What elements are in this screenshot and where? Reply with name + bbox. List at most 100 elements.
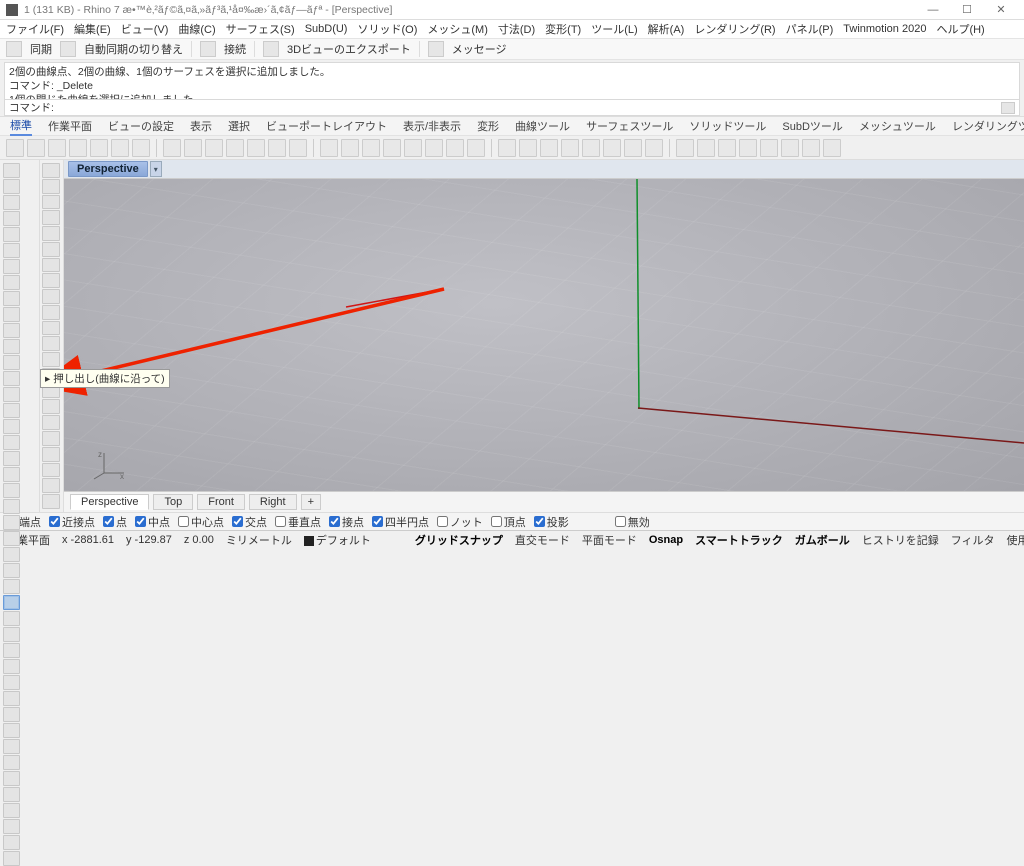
osnap-disable[interactable]: 無効 <box>615 514 650 530</box>
toolbar-button[interactable] <box>247 139 265 157</box>
osnap-option[interactable]: 点 <box>103 514 127 530</box>
tool-button[interactable] <box>3 355 20 370</box>
tool-button[interactable] <box>3 483 20 498</box>
menu-item[interactable]: 編集(E) <box>74 21 111 37</box>
toolbar-button[interactable] <box>540 139 558 157</box>
add-viewport-tab[interactable]: + <box>301 494 321 510</box>
osnap-checkbox[interactable] <box>329 516 340 527</box>
toolbar-button[interactable] <box>519 139 537 157</box>
toolbar-button[interactable] <box>697 139 715 157</box>
toolbar-button[interactable] <box>823 139 841 157</box>
toolbar-button[interactable] <box>603 139 621 157</box>
menu-item[interactable]: ビュー(V) <box>121 21 169 37</box>
osnap-checkbox[interactable] <box>275 516 286 527</box>
tool-button[interactable] <box>3 403 20 418</box>
toolbar-button[interactable] <box>205 139 223 157</box>
tool-button[interactable] <box>3 739 20 754</box>
tool-button[interactable] <box>3 675 20 690</box>
toolbar-button[interactable] <box>718 139 736 157</box>
toolbar-button[interactable] <box>226 139 244 157</box>
tool-button[interactable] <box>3 707 20 722</box>
osnap-option[interactable]: 垂直点 <box>275 514 321 530</box>
menu-item[interactable]: ヘルプ(H) <box>936 21 984 37</box>
tool-button[interactable] <box>42 336 60 351</box>
toolbar-tab[interactable]: メッシュツール <box>859 118 936 134</box>
tool-button[interactable] <box>3 259 20 274</box>
osnap-option[interactable]: 近接点 <box>49 514 95 530</box>
menu-item[interactable]: SubD(U) <box>305 23 348 35</box>
menu-item[interactable]: 解析(A) <box>648 21 685 37</box>
tool-button[interactable] <box>42 226 60 241</box>
toolbar-tab[interactable]: ソリッドツール <box>689 118 766 134</box>
connect-icon[interactable] <box>200 41 216 57</box>
toolbar-button[interactable] <box>268 139 286 157</box>
tool-button[interactable] <box>3 691 20 706</box>
viewport-tab[interactable]: Top <box>153 494 193 510</box>
tool-button[interactable] <box>3 243 20 258</box>
toolbar-button[interactable] <box>184 139 202 157</box>
tool-button[interactable] <box>3 227 20 242</box>
smarttrack-toggle[interactable]: スマートトラック <box>695 532 783 548</box>
tool-button[interactable] <box>3 515 20 530</box>
tool-button[interactable] <box>3 435 20 450</box>
toolbar-button[interactable] <box>760 139 778 157</box>
tool-button[interactable] <box>42 163 60 178</box>
toolbar-button[interactable] <box>383 139 401 157</box>
tool-button[interactable] <box>3 595 20 610</box>
tool-button[interactable] <box>3 211 20 226</box>
menu-item[interactable]: ソリッド(O) <box>357 21 417 37</box>
toolbar-tab[interactable]: 曲線ツール <box>515 118 570 134</box>
toolbar-button[interactable] <box>69 139 87 157</box>
tool-button[interactable] <box>42 179 60 194</box>
tool-button[interactable] <box>3 339 20 354</box>
osnap-option[interactable]: 四半円点 <box>372 514 429 530</box>
toolbar-button[interactable] <box>362 139 380 157</box>
tool-button[interactable] <box>3 579 20 594</box>
maximize-button[interactable]: ☐ <box>950 3 984 16</box>
command-line[interactable]: コマンド: <box>4 100 1020 116</box>
tool-button[interactable] <box>3 451 20 466</box>
toolbar-button[interactable] <box>676 139 694 157</box>
tool-button[interactable] <box>3 547 20 562</box>
toolbar-button[interactable] <box>582 139 600 157</box>
tool-button[interactable] <box>42 242 60 257</box>
tool-button[interactable] <box>42 210 60 225</box>
minimize-button[interactable]: — <box>916 4 950 16</box>
toolbar-button[interactable] <box>404 139 422 157</box>
toolbar-tab[interactable]: 表示/非表示 <box>403 118 461 134</box>
tool-button[interactable] <box>3 371 20 386</box>
ortho-toggle[interactable]: 直交モード <box>515 532 570 548</box>
osnap-option[interactable]: 交点 <box>232 514 267 530</box>
toolbar-button[interactable] <box>561 139 579 157</box>
tool-button[interactable] <box>42 305 60 320</box>
tool-button[interactable] <box>3 723 20 738</box>
tool-button[interactable] <box>3 835 20 850</box>
tool-button[interactable] <box>3 563 20 578</box>
tool-button[interactable] <box>3 659 20 674</box>
tool-button[interactable] <box>42 289 60 304</box>
toolbar-tab[interactable]: 表示 <box>190 118 212 134</box>
menu-item[interactable]: ファイル(F) <box>6 21 64 37</box>
menu-item[interactable]: 寸法(D) <box>498 21 535 37</box>
tool-button[interactable] <box>3 467 20 482</box>
toolbar-button[interactable] <box>320 139 338 157</box>
tool-button[interactable] <box>3 787 20 802</box>
tool-button[interactable] <box>42 399 60 414</box>
menu-item[interactable]: Twinmotion 2020 <box>843 23 926 35</box>
toolbar-button[interactable] <box>163 139 181 157</box>
menu-item[interactable]: サーフェス(S) <box>226 21 295 37</box>
osnap-checkbox[interactable] <box>491 516 502 527</box>
tool-button[interactable] <box>42 431 60 446</box>
planar-toggle[interactable]: 平面モード <box>582 532 637 548</box>
message-icon[interactable] <box>428 41 444 57</box>
viewport-title[interactable]: Perspective <box>68 161 148 177</box>
tool-button[interactable] <box>3 627 20 642</box>
toolbar-button[interactable] <box>132 139 150 157</box>
viewport-tab[interactable]: Front <box>197 494 245 510</box>
tool-button[interactable] <box>3 275 20 290</box>
osnap-checkbox[interactable] <box>232 516 243 527</box>
osnap-checkbox[interactable] <box>178 516 189 527</box>
tool-button[interactable] <box>3 611 20 626</box>
viewport-menu-dropdown[interactable]: ▾ <box>150 161 162 177</box>
sync-label[interactable]: 同期 <box>30 41 52 57</box>
